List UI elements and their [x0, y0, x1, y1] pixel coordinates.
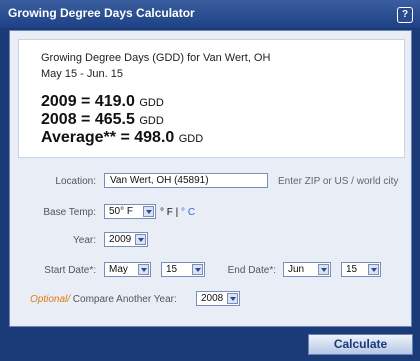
compare-text: Compare Another Year: — [70, 294, 177, 305]
end-day-select[interactable]: 15 — [341, 262, 381, 277]
calculator-panel: Growing Degree Days (GDD) for Van Wert, … — [9, 30, 412, 327]
chevron-down-icon — [143, 206, 154, 217]
result-value: 498.0 — [134, 129, 175, 146]
start-date-label: Start Date*: — [44, 265, 96, 276]
year-select[interactable]: 2009 — [104, 232, 148, 247]
end-date-label: End Date*: — [227, 265, 276, 276]
start-day-value: 15 — [166, 264, 178, 275]
end-month-select[interactable]: Jun — [283, 262, 331, 277]
result-date-range: May 15 - Jun. 15 — [41, 68, 123, 80]
location-label: Location: — [55, 176, 96, 187]
chevron-down-icon — [368, 264, 379, 275]
result-label: 2009 = — [41, 93, 95, 110]
year-value: 2009 — [109, 234, 132, 245]
compare-year-select[interactable]: 2008 — [196, 291, 240, 306]
end-month-value: Jun — [288, 264, 305, 275]
result-unit: GDD — [139, 115, 164, 127]
optional-tag: Optional/ — [30, 294, 71, 305]
end-day-value: 15 — [346, 264, 358, 275]
chevron-down-icon — [318, 264, 329, 275]
result-value: 465.5 — [94, 111, 135, 128]
location-hint: Enter ZIP or US / world city — [278, 176, 399, 187]
start-month-value: May — [109, 264, 128, 275]
window: Growing Degree Days Calculator ? Growing… — [0, 0, 420, 361]
unit-c-option[interactable]: ° C — [181, 207, 195, 218]
result-value: 419.0 — [94, 93, 135, 110]
temp-unit-toggle: ° F | ° C — [160, 207, 195, 218]
start-month-select[interactable]: May — [104, 262, 151, 277]
chevron-down-icon — [138, 264, 149, 275]
calculate-button[interactable]: Calculate — [308, 334, 413, 355]
base-temp-select[interactable]: 50° F — [104, 204, 156, 219]
base-temp-value: 50° F — [109, 206, 134, 217]
unit-separator: | — [172, 207, 182, 218]
result-label: 2008 = — [41, 111, 95, 128]
result-box: Growing Degree Days (GDD) for Van Wert, … — [18, 39, 405, 158]
base-temp-label: Base Temp: — [43, 207, 96, 218]
compare-year-label: Optional/ Compare Another Year: — [30, 294, 177, 305]
result-line-average: Average** = 498.0 GDD — [41, 129, 203, 147]
unit-f-option[interactable]: ° F — [160, 207, 173, 218]
chevron-down-icon — [135, 234, 146, 245]
result-unit: GDD — [139, 97, 164, 109]
chevron-down-icon — [192, 264, 203, 275]
result-heading: Growing Degree Days (GDD) for Van Wert, … — [41, 52, 271, 64]
compare-year-value: 2008 — [201, 293, 224, 304]
help-icon[interactable]: ? — [397, 7, 413, 23]
window-title: Growing Degree Days Calculator — [8, 6, 195, 20]
result-label: Average** = — [41, 129, 135, 146]
result-line-2009: 2009 = 419.0 GDD — [41, 93, 164, 111]
title-bar: Growing Degree Days Calculator ? — [0, 0, 420, 28]
location-input[interactable]: Van Wert, OH (45891) — [104, 173, 268, 188]
year-label: Year: — [73, 235, 96, 246]
start-day-select[interactable]: 15 — [161, 262, 205, 277]
result-unit: GDD — [178, 133, 204, 145]
result-line-2008: 2008 = 465.5 GDD — [41, 111, 164, 129]
chevron-down-icon — [227, 293, 238, 304]
